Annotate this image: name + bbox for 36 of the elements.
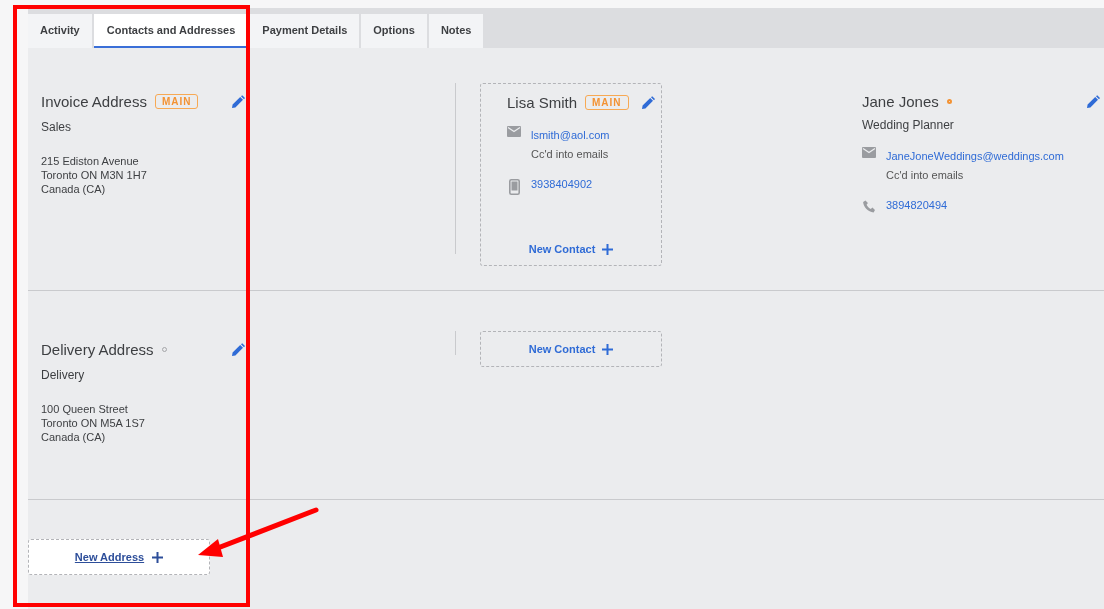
mobile-phone-icon <box>508 179 520 195</box>
contact-name: Lisa Smith <box>507 94 578 111</box>
address-title: Invoice Address <box>41 93 147 110</box>
new-contact-link[interactable]: New Contact <box>528 343 614 355</box>
tab[interactable]: Activity <box>28 14 92 48</box>
tab[interactable]: Options <box>361 14 427 48</box>
address-title: Delivery Address <box>41 341 154 358</box>
email-note: Cc'd into emails <box>531 148 610 160</box>
pencil-icon[interactable] <box>231 342 245 357</box>
pencil-icon[interactable] <box>231 94 245 109</box>
new-contact-link[interactable]: New Contact <box>528 243 614 255</box>
mail-icon <box>507 126 521 137</box>
tab[interactable]: Payment Details <box>250 14 360 48</box>
address-text: 215 Ediston Avenue Toronto ON M3N 1H7 Canada (CA) <box>41 154 148 196</box>
address-type: Sales <box>41 120 73 134</box>
pencil-icon[interactable] <box>641 95 655 110</box>
email-note: Cc'd into emails <box>886 169 965 181</box>
address-type: Delivery <box>41 368 86 382</box>
main-badge: MAIN <box>585 95 629 110</box>
plus-icon <box>602 343 614 355</box>
plus-icon <box>602 243 614 255</box>
phone-link[interactable]: 3938404902 <box>531 178 593 195</box>
pencil-icon[interactable] <box>1086 94 1100 109</box>
main-badge: MAIN <box>154 94 199 109</box>
mail-icon <box>862 147 876 158</box>
new-address-button[interactable]: New Address <box>28 539 210 575</box>
contact-name: Jane Jones <box>862 93 939 110</box>
tab[interactable]: Notes <box>428 14 484 48</box>
contact-role: Wedding Planner <box>862 118 955 132</box>
address-text: 100 Queen Street Toronto ON M5A 1S7 Canada (CA) <box>41 402 146 444</box>
plus-icon <box>152 551 164 563</box>
tab[interactable]: Contacts and Addresses <box>93 14 249 48</box>
phone-icon <box>862 200 876 213</box>
email-link[interactable]: JaneJoneWeddings@weddings.com <box>886 150 1064 162</box>
email-link[interactable]: lsmith@aol.com <box>531 129 610 141</box>
phone-link[interactable]: 3894820494 <box>886 199 948 213</box>
